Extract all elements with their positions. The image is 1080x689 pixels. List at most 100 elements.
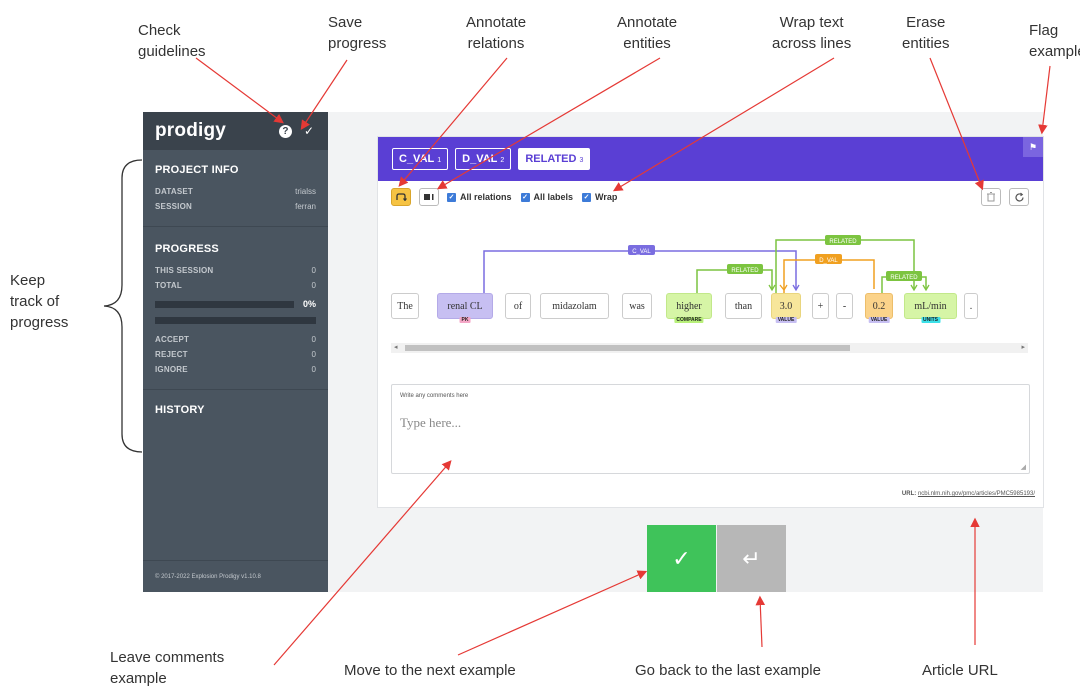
annotation-save-progress: Save progress [328, 14, 387, 52]
token-entity[interactable]: 3.0 VALUE [771, 293, 801, 323]
label-bar: C_VAL 1 D_VAL 2 RELATED 3 ⚑ [378, 137, 1043, 181]
erase-entities-button[interactable] [981, 188, 1001, 206]
label-button-d-val[interactable]: D_VAL 2 [455, 148, 512, 170]
help-icon[interactable]: ? [278, 124, 292, 138]
token[interactable]: + [812, 293, 829, 319]
scrollbar-thumb[interactable] [405, 345, 850, 351]
relations-icon [396, 193, 407, 201]
toolbar-right [973, 188, 1029, 206]
checkbox-check-icon: ✓ [582, 192, 592, 202]
comment-label: Write any comments here [400, 393, 469, 399]
project-info-section: PROJECT INFO DATASET trialss SESSION ferra… [143, 150, 328, 227]
token[interactable]: - [836, 293, 853, 319]
row-value: trialss [295, 187, 316, 196]
annotation-leave-comments: Leave comments example [110, 649, 225, 687]
token-entity-label: PK [459, 317, 471, 323]
scroll-left-icon[interactable]: ◂ [394, 343, 398, 351]
progress-bar-row: 0% [155, 299, 316, 309]
label-key: 1 [437, 157, 442, 164]
token-text: higher [676, 300, 702, 312]
wrap-checkbox[interactable]: ✓ Wrap [582, 192, 617, 202]
progress-row: TOTAL 0 [155, 278, 316, 293]
label-button-c-val[interactable]: C_VAL 1 [392, 148, 449, 170]
token-entity[interactable]: renal CL PK [437, 293, 493, 323]
token-entity-label: VALUE [868, 317, 890, 323]
prodigy-logo: prodigy [155, 120, 227, 141]
token[interactable]: . [964, 293, 978, 319]
label-button-related[interactable]: RELATED 3 [518, 148, 591, 170]
token-entity[interactable]: 0.2 VALUE [865, 293, 893, 323]
row-key: TOTAL [155, 281, 182, 290]
reset-button[interactable] [1009, 188, 1029, 206]
annotation-flag-examples: Flag examples [1029, 22, 1080, 60]
progress-percent: 0% [302, 299, 316, 309]
undo-button[interactable]: ↵ [717, 525, 786, 592]
undo-icon: ↵ [742, 545, 761, 571]
arrow-go-back [755, 595, 766, 648]
comment-box[interactable]: Write any comments here Type here... ◢ [391, 384, 1030, 474]
label-name: RELATED [525, 153, 577, 165]
progress-bar-secondary [155, 317, 316, 324]
token-entity[interactable]: mL/min UNITS [904, 293, 957, 323]
token-text: than [734, 300, 753, 312]
row-key: DATASET [155, 187, 193, 196]
relations-mode-button[interactable] [391, 188, 411, 206]
sidebar: prodigy ? ✓ PROJECT INFO DATASET trialss … [143, 112, 328, 592]
sidebar-header: prodigy ? ✓ [143, 112, 328, 150]
token[interactable]: of [505, 293, 531, 319]
annotation-move-next: Move to the next example [344, 662, 516, 679]
count-row: IGNORE 0 [155, 362, 316, 377]
entities-icon [424, 194, 434, 200]
history-title: HISTORY [155, 404, 205, 416]
relation-label-related-right: RELATED [890, 275, 918, 281]
row-value: 0 [311, 266, 316, 275]
scroll-right-icon[interactable]: ▸ [1021, 343, 1025, 351]
label-key: 2 [500, 157, 505, 164]
token-text: 0.2 [872, 300, 886, 312]
history-section[interactable]: HISTORY [143, 390, 328, 436]
url-label: URL: [901, 491, 917, 497]
token[interactable]: than [725, 293, 762, 319]
entities-mode-button[interactable] [419, 188, 439, 206]
annotation-annotate-relations: Annotate relations [466, 14, 527, 52]
token-text: . [969, 300, 973, 312]
token-text: was [629, 300, 645, 312]
refresh-icon [1014, 192, 1024, 201]
row-key: THIS SESSION [155, 266, 214, 275]
url-link[interactable]: ncbi.nlm.nih.gov/pmc/articles/PMC5985193… [918, 491, 1035, 497]
checkbox-check-icon: ✓ [520, 192, 530, 202]
token-entity-label: VALUE [775, 317, 797, 323]
relation-label-related-left: RELATED [731, 268, 759, 274]
comment-placeholder: Type here... [400, 415, 462, 430]
row-value: 0 [311, 281, 316, 290]
flag-icon[interactable]: ⚑ [1023, 137, 1043, 157]
token-entity-label: UNITS [921, 317, 940, 323]
token[interactable]: The [391, 293, 419, 319]
token-text: mL/min [914, 300, 947, 312]
token-text: midazolam [552, 300, 597, 312]
progress-bar [155, 300, 294, 308]
token-text: The [397, 300, 413, 312]
token[interactable]: was [622, 293, 652, 319]
resize-grip-icon[interactable]: ◢ [1021, 463, 1026, 471]
row-key: ACCEPT [155, 335, 190, 344]
horizontal-scrollbar[interactable]: ◂ ▸ [391, 343, 1028, 353]
label-key: 3 [579, 157, 584, 164]
accept-button[interactable]: ✓ [647, 525, 716, 592]
progress-title: PROGRESS [155, 243, 219, 255]
token-text: 3.0 [779, 300, 793, 312]
token-text: of [513, 300, 523, 312]
all-labels-checkbox[interactable]: ✓ All labels [520, 192, 573, 202]
toolbar: ✓ All relations ✓ All labels ✓ Wrap [378, 181, 1043, 213]
annotation-annotate-entities: Annotate entities [617, 14, 678, 52]
annotation-card: C_VAL 1 D_VAL 2 RELATED 3 ⚑ ✓ All relations … [377, 136, 1044, 508]
save-icon[interactable]: ✓ [304, 124, 314, 138]
checkbox-label: All relations [460, 192, 512, 202]
label-name: C_VAL [399, 153, 435, 165]
relation-label-d-val: D_VAL [819, 258, 838, 264]
all-relations-checkbox[interactable]: ✓ All relations [447, 192, 512, 202]
sidebar-footer: © 2017-2022 Explosion Prodigy v1.10.8 [143, 560, 328, 592]
token-entity[interactable]: higher COMPARE [666, 293, 712, 323]
token[interactable]: midazolam [540, 293, 609, 319]
row-key: IGNORE [155, 365, 188, 374]
